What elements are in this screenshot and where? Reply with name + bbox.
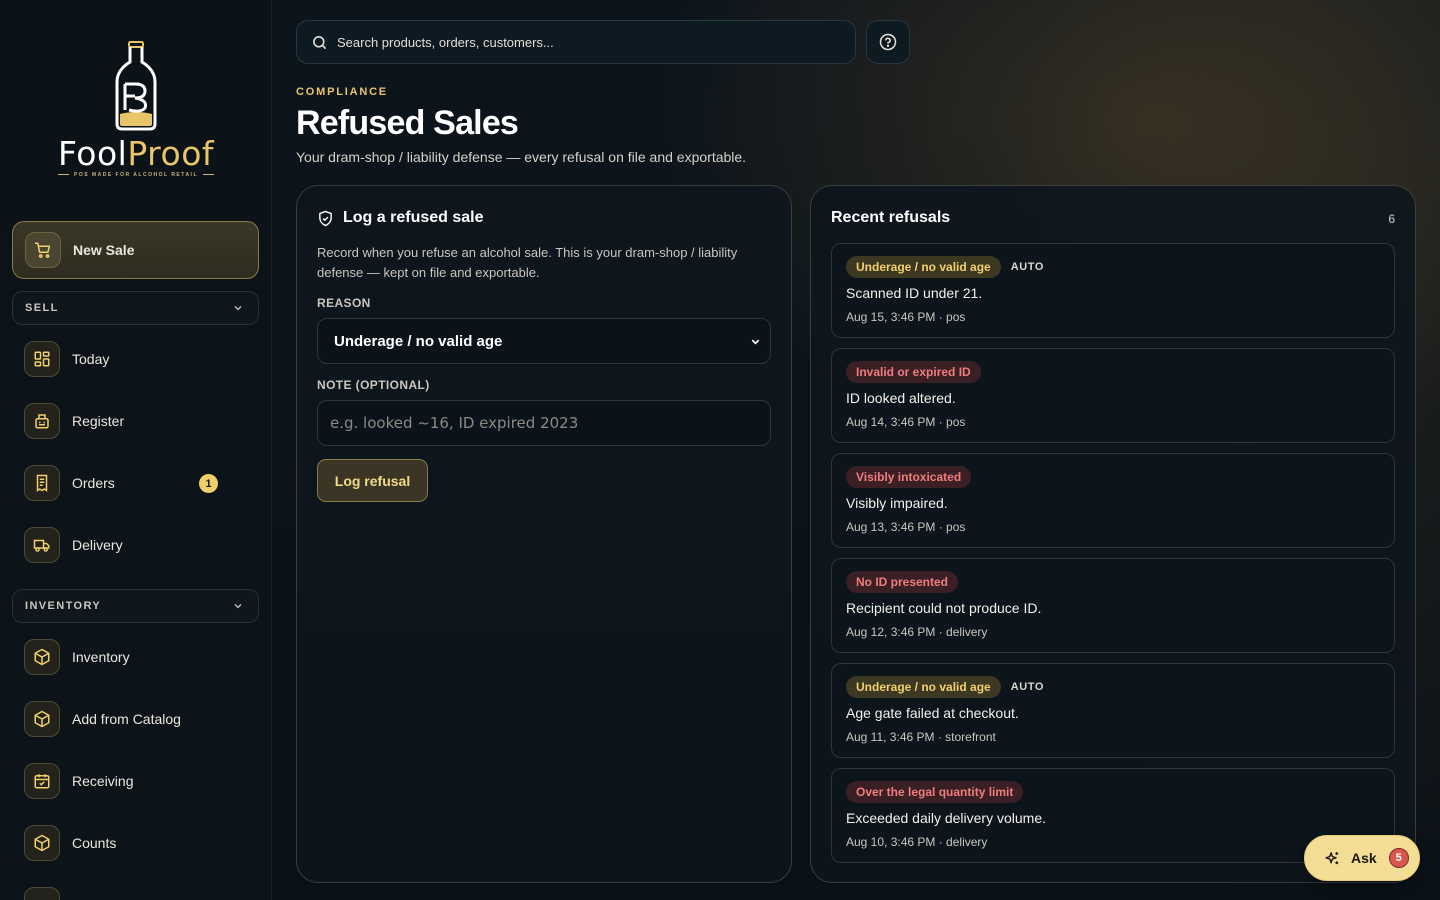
dashboard-icon	[24, 341, 60, 377]
page-subtitle: Your dram-shop / liability defense — eve…	[296, 149, 747, 165]
sidebar-item-next[interactable]	[24, 886, 254, 900]
refusal-meta: Aug 10, 3:46 PM · delivery	[846, 835, 988, 849]
recent-refusals-card: Recent refusals 6 Underage / no valid ag…	[810, 185, 1416, 883]
auto-badge: AUTO	[1010, 261, 1045, 273]
reason-label: REASON	[317, 296, 371, 310]
page-title: Refused Sales	[296, 104, 519, 142]
sidebar: FoolProof POS MADE FOR ALCOHOL RETAIL Ne…	[0, 0, 272, 900]
refusal-item[interactable]: Underage / no valid age AUTO Age gate fa…	[831, 663, 1395, 758]
refusal-item[interactable]: Underage / no valid age AUTO Scanned ID …	[831, 243, 1395, 338]
box-icon	[24, 825, 60, 861]
sidebar-item-label: Inventory	[72, 649, 130, 665]
sidebar-item-label: Add from Catalog	[72, 711, 181, 727]
page-eyebrow: COMPLIANCE	[296, 86, 388, 98]
recent-count: 6	[1388, 212, 1395, 226]
search-icon	[313, 35, 326, 49]
log-card-description: Record when you refuse an alcohol sale. …	[317, 245, 738, 280]
chevron-down-icon	[234, 306, 242, 311]
help-icon	[879, 33, 897, 51]
calendar-check-icon	[24, 763, 60, 799]
section-inventory-label: INVENTORY	[25, 600, 102, 612]
note-label: NOTE (OPTIONAL)	[317, 378, 430, 392]
reason-tag: Underage / no valid age	[846, 256, 1001, 278]
brand-logo[interactable]: FoolProof POS MADE FOR ALCOHOL RETAIL	[0, 36, 272, 186]
register-icon	[24, 403, 60, 439]
sidebar-item-label: Orders	[72, 475, 115, 491]
refusal-meta: Aug 11, 3:46 PM · storefront	[846, 730, 996, 744]
log-card-title: Log a refused sale	[317, 209, 484, 227]
log-card-title-text: Log a refused sale	[343, 209, 484, 226]
sidebar-item-orders[interactable]: Orders 1	[24, 464, 254, 502]
truck-icon	[24, 527, 60, 563]
brand-wordmark: FoolProof	[0, 134, 272, 173]
chevron-down-icon	[751, 339, 760, 344]
brand-tagline: POS MADE FOR ALCOHOL RETAIL	[0, 172, 272, 178]
receipt-icon	[24, 465, 60, 501]
reason-tag: Visibly intoxicated	[846, 466, 972, 488]
brand-name-part2: Proof	[127, 134, 215, 173]
reason-selected-value: Underage / no valid age	[334, 332, 503, 350]
refusal-meta: Aug 13, 3:46 PM · pos	[846, 520, 966, 534]
reason-tag: Underage / no valid age	[846, 676, 1001, 698]
new-sale-button[interactable]: New Sale	[12, 221, 259, 279]
sidebar-item-label: Delivery	[72, 537, 123, 553]
refusal-item[interactable]: Visibly intoxicated Visibly impaired. Au…	[831, 453, 1395, 548]
shield-check-icon	[319, 210, 332, 226]
section-inventory-toggle[interactable]: INVENTORY	[12, 589, 259, 623]
bottle-logo-icon	[115, 41, 157, 131]
sidebar-item-label: Counts	[72, 835, 117, 851]
ask-label: Ask	[1351, 850, 1377, 866]
note-input[interactable]	[317, 400, 771, 446]
auto-badge: AUTO	[1010, 681, 1045, 693]
refusal-meta: Aug 14, 3:46 PM · pos	[846, 415, 966, 429]
refusal-note: Scanned ID under 21.	[846, 285, 983, 301]
help-button[interactable]	[866, 20, 910, 64]
brand-name-part1: Fool	[57, 134, 128, 173]
reason-select[interactable]: Underage / no valid age	[317, 318, 771, 364]
refusal-note: Age gate failed at checkout.	[846, 705, 1019, 721]
refusal-meta: Aug 15, 3:46 PM · pos	[846, 310, 966, 324]
sidebar-item-add-from-catalog[interactable]: Add from Catalog	[24, 700, 254, 738]
box-icon	[24, 701, 60, 737]
refusal-note: Exceeded daily delivery volume.	[846, 810, 1046, 826]
sidebar-item-register[interactable]: Register	[24, 402, 254, 440]
recent-card-title: Recent refusals	[831, 209, 951, 226]
refusal-note: Visibly impaired.	[846, 495, 948, 511]
sidebar-item-inventory[interactable]: Inventory	[24, 638, 254, 676]
reason-tag: No ID presented	[846, 571, 959, 593]
refusal-note: Recipient could not produce ID.	[846, 600, 1042, 616]
ask-badge: 5	[1388, 848, 1409, 868]
nav-icon	[24, 887, 60, 900]
new-sale-label: New Sale	[73, 242, 135, 258]
sparkle-icon	[1325, 851, 1339, 864]
box-icon	[24, 639, 60, 675]
ask-assistant-button[interactable]: Ask 5	[1304, 835, 1420, 881]
sidebar-item-label: Today	[72, 351, 110, 367]
sidebar-item-label: Register	[72, 413, 125, 429]
refusal-meta: Aug 12, 3:46 PM · delivery	[846, 625, 988, 639]
section-sell-label: SELL	[25, 302, 59, 314]
refusal-item[interactable]: Invalid or expired ID ID looked altered.…	[831, 348, 1395, 443]
refusal-note: ID looked altered.	[846, 390, 956, 406]
reason-tag: Over the legal quantity limit	[846, 781, 1024, 803]
section-sell-toggle[interactable]: SELL	[12, 291, 259, 325]
sidebar-item-today[interactable]: Today	[24, 340, 254, 378]
sidebar-item-receiving[interactable]: Receiving	[24, 762, 254, 800]
orders-count-badge: 1	[199, 474, 218, 493]
log-refusal-button[interactable]: Log refusal	[317, 459, 428, 502]
chevron-down-icon	[234, 604, 242, 609]
reason-tag: Invalid or expired ID	[846, 361, 981, 383]
sidebar-item-counts[interactable]: Counts	[24, 824, 254, 862]
sidebar-item-label: Receiving	[72, 773, 134, 789]
log-refusal-card: Log a refused sale Record when you refus…	[296, 185, 792, 883]
search-bar[interactable]	[296, 20, 856, 64]
cart-icon	[25, 232, 61, 268]
sidebar-item-delivery[interactable]: Delivery	[24, 526, 254, 564]
refusal-item[interactable]: No ID presented Recipient could not prod…	[831, 558, 1395, 653]
search-input[interactable]	[337, 34, 817, 50]
